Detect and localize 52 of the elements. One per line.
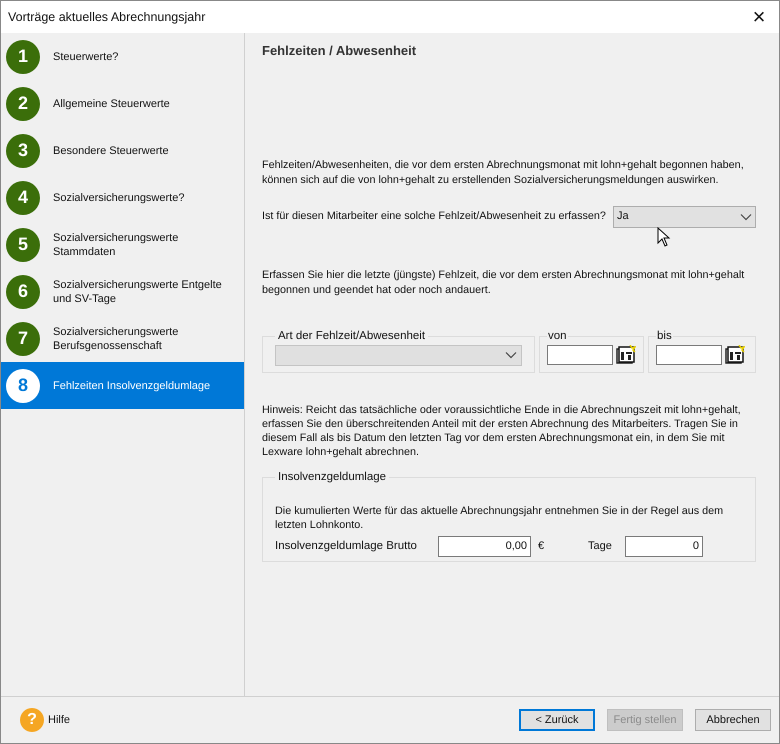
step-number: 2 [6, 86, 40, 120]
group-title: bis [656, 328, 673, 344]
step-label: Sozialversicherungswerte Berufsgenossenschaft [53, 324, 180, 352]
step-number: 5 [6, 228, 40, 262]
group-title: von [547, 328, 568, 344]
wizard-step[interactable]: 5 Sozialversicherungswerte Stammdaten [1, 221, 244, 268]
step-number: 1 [6, 40, 40, 74]
step-number: 8 [6, 368, 40, 402]
wizard-step[interactable]: 3 Besondere Steuerwerte [1, 127, 244, 174]
note-text: Hinweis: Reicht das tatsächliche oder voraussichtliche Ende in die Abrechnungszeit mit lohn+gehalt, erfassen Sie den überschreitenden Anteil mit der ersten Abrechnung des Mitarbeiters. Tragen Sie in diesem Fall als bis Datum den letzten Tag vor dem ersten Abrechnungsmonat ein, in dem Sie mit Lexware lohn+gehalt abrechnen. [262, 402, 742, 459]
wizard-step[interactable]: 2 Allgemeine Steuerwerte [1, 80, 244, 127]
days-label: Tage [588, 539, 613, 554]
step-label: Besondere Steuerwerte [53, 144, 170, 158]
days-field[interactable]: 0 [625, 536, 703, 557]
step-label: Sozialversicherungswerte Stammdaten [53, 230, 180, 258]
window-title: Vorträge aktuelles Abrechnungsjahr [8, 8, 206, 26]
step-number: 3 [6, 134, 40, 168]
wizard-step[interactable]: 7 Sozialversicherungswerte Berufsgenossenschaft [1, 315, 244, 362]
wizard-step[interactable]: 6 Sozialversicherungswerte Entgelte und SV-Tage [1, 268, 244, 315]
question-label: Ist für diesen Mitarbeiter eine solche Fehlzeit/Abwesenheit zu erfassen? [262, 209, 606, 224]
step-number: 6 [6, 274, 40, 308]
step-label: Sozialversicherungswerte Entgelte und SV-Tage [53, 278, 223, 306]
step-number: 7 [6, 322, 40, 356]
group-title: Insolvenzgeldumlage [277, 470, 388, 485]
wizard-step[interactable]: 8 Fehlzeiten Insolvenzgeldumlage [1, 362, 244, 409]
wizard-button[interactable]: Abbrechen [695, 709, 771, 731]
close-button[interactable]: × [739, 1, 779, 33]
calendar-icon[interactable] [616, 344, 636, 365]
step-label: Fehlzeiten Insolvenzgeldumlage [53, 378, 212, 392]
gross-label: Insolvenzgeldumlage Brutto [275, 538, 418, 554]
intro-text: Fehlzeiten/Abwesenheiten, die vor dem ersten Abrechnungsmonat mit lohn+gehalt begonnen haben, können sich auf die von lohn+gehalt zu erstellenden Sozialversicherungsmeldungen auswirken. [262, 158, 745, 188]
yes-no-dropdown[interactable]: Ja [613, 206, 756, 228]
instruction-text: Erfassen Sie hier die letzte (jüngste) Fehlzeit, die vor dem ersten Abrechnungsmonat mit lohn+gehalt begonnen und geendet hat oder noch andauert. [262, 268, 746, 298]
wizard-step[interactable]: 1 Steuerwerte? [1, 33, 244, 80]
wizard-step[interactable]: 4 Sozialversicherungswerte? [1, 174, 244, 221]
page-heading: Fehlzeiten / Abwesenheit [262, 42, 418, 60]
insolvency-text: Die kumulierten Werte für das aktuelle Abrechnungsjahr entnehmen Sie in der Regel aus dem letzten Lohnkonto. [275, 504, 724, 532]
step-number: 4 [6, 180, 40, 214]
from-date-field[interactable] [547, 344, 613, 365]
calendar-icon[interactable] [725, 344, 745, 365]
wizard-button[interactable]: < Zurück [519, 709, 595, 731]
chevron-down-icon [740, 212, 752, 220]
cursor-icon [657, 226, 671, 246]
step-label: Steuerwerte? [53, 50, 120, 64]
currency-label: € [538, 539, 546, 554]
help-link[interactable]: Hilfe [48, 712, 70, 728]
step-label: Sozialversicherungswerte? [53, 190, 186, 204]
gross-field[interactable]: 0,00 [438, 536, 531, 557]
step-label: Allgemeine Steuerwerte [53, 96, 171, 110]
group-title: Art der Fehlzeit/Abwesenheit [277, 328, 426, 344]
to-date-field[interactable] [656, 344, 722, 365]
chevron-down-icon [505, 351, 517, 360]
